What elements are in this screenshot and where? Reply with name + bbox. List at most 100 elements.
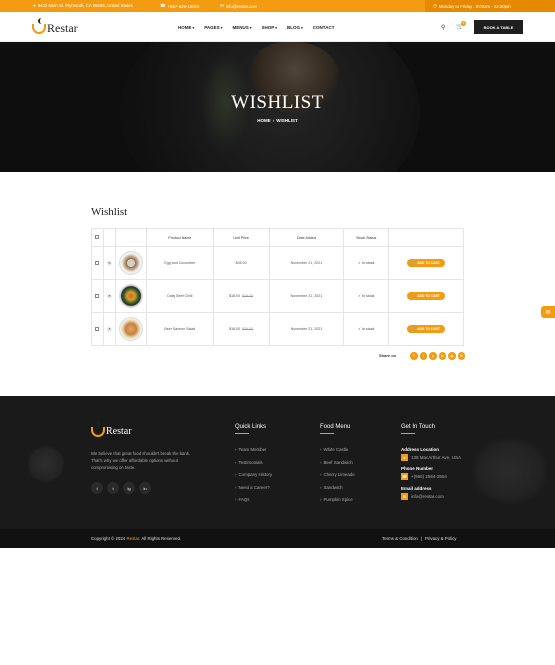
menu-item-contact[interactable]: CONTACT bbox=[313, 25, 335, 30]
chevron-right-icon: › bbox=[272, 118, 275, 123]
topbar-email[interactable]: info@restar.com bbox=[226, 4, 257, 9]
menu-item-shop[interactable]: SHOP▾ bbox=[261, 25, 277, 30]
search-icon[interactable]: ⚲ bbox=[441, 24, 445, 31]
breadcrumb-home[interactable]: HOME bbox=[257, 118, 271, 123]
footer-link[interactable]: › Company History bbox=[235, 472, 272, 485]
old-price: $39.00 bbox=[242, 327, 254, 331]
twitter-icon[interactable]: t bbox=[107, 482, 119, 494]
quick-links-title: Quick Links bbox=[235, 424, 267, 434]
legal-links: Terms & Condition | Privacy & Policy bbox=[382, 536, 457, 541]
main-navbar: Restar HOME▾ PAGES▾ MENUS▾ SHOP▾ BLOG▾ C… bbox=[0, 12, 555, 42]
unit-price: $18.00 $39.00 bbox=[212, 312, 270, 346]
menu-item-menus[interactable]: MENUS▾ bbox=[232, 25, 251, 30]
share-bar: Share on f t p in ◉ ✉ bbox=[379, 352, 466, 360]
footer-link[interactable]: › Testimonials bbox=[235, 460, 272, 473]
footer-link[interactable]: › Pumpkin Spice bbox=[320, 497, 355, 510]
menu-item-blog[interactable]: BLOG▾ bbox=[287, 25, 303, 30]
remove-icon[interactable]: ✕ bbox=[106, 326, 112, 332]
copyright-brand-link[interactable]: Restar bbox=[126, 536, 139, 541]
footer-link[interactable]: › FAQs bbox=[235, 497, 272, 510]
opening-hours: ◷ Monday to Friday : 9:00am - 22:00pm bbox=[425, 0, 555, 12]
terms-link[interactable]: Terms & Condition bbox=[382, 536, 418, 541]
footer-description: We believe that great food shouldn't bre… bbox=[91, 451, 191, 470]
price: $18.00 bbox=[229, 294, 241, 298]
select-all-checkbox[interactable] bbox=[95, 235, 100, 239]
phone-info: ☎ +567-629-18015 bbox=[160, 3, 199, 9]
add-to-cart-button[interactable]: 🛒 ADD TO CART bbox=[407, 325, 445, 333]
footer-link[interactable]: › Sandwich bbox=[320, 485, 355, 498]
contact-title: Get In Touch bbox=[401, 424, 435, 434]
envelope-icon: ✉ bbox=[220, 3, 224, 8]
product-thumbnail[interactable] bbox=[118, 316, 143, 341]
wishlist-table: Product Name Unit Price Date Added Stock… bbox=[91, 228, 464, 346]
footer-link[interactable]: › Cherry Limeade bbox=[320, 472, 355, 485]
remove-icon[interactable]: ✕ bbox=[106, 260, 112, 266]
facebook-icon[interactable]: f bbox=[91, 482, 103, 494]
footer-link[interactable]: › Beef Sandwich bbox=[320, 460, 355, 473]
breadcrumb: HOME › WISHLIST bbox=[0, 118, 555, 123]
header-unit-price: Unit Price bbox=[212, 228, 270, 247]
chevron-right-icon: › bbox=[320, 484, 322, 490]
add-to-cart-button[interactable]: 🛒 ADD TO CART bbox=[407, 259, 445, 267]
remove-icon[interactable]: ✕ bbox=[106, 293, 112, 299]
email-icon[interactable]: ✉ bbox=[457, 352, 466, 360]
top-info-bar: ● 9402 Main St. Plymouth, CA 95669, Unit… bbox=[0, 0, 555, 12]
chevron-right-icon: › bbox=[320, 497, 322, 502]
chevron-right-icon: › bbox=[320, 447, 322, 452]
menu-item-home[interactable]: HOME▾ bbox=[178, 25, 194, 30]
stock-status: ✓In stock bbox=[343, 246, 390, 280]
header-date-added: Date Added bbox=[268, 228, 345, 247]
product-name[interactable]: Beer Salmon Salad bbox=[145, 312, 214, 346]
privacy-link[interactable]: Privacy & Policy bbox=[425, 536, 456, 541]
product-thumbnail[interactable] bbox=[118, 283, 143, 308]
chevron-right-icon: › bbox=[235, 484, 237, 490]
footer-link[interactable]: › Team Member bbox=[235, 447, 272, 460]
footer-logo[interactable]: Restar bbox=[91, 420, 132, 437]
footer-link[interactable]: › Need a Career? bbox=[235, 485, 272, 498]
chevron-down-icon: ▾ bbox=[301, 25, 303, 30]
topbar-phone[interactable]: +567-629-18015 bbox=[168, 4, 200, 9]
row-checkbox[interactable] bbox=[95, 260, 100, 265]
header-action bbox=[388, 228, 464, 247]
copyright-text: Copyright © 2024 Restar. All Rights Rese… bbox=[91, 536, 182, 541]
stock-status: ✓In stock bbox=[343, 312, 390, 346]
chevron-right-icon: › bbox=[235, 447, 237, 452]
book-table-button[interactable]: BOOK A TABLE bbox=[474, 20, 523, 34]
product-name[interactable]: Daily Beef Chilli bbox=[145, 279, 214, 313]
product-name[interactable]: Egg and Cucumber bbox=[145, 246, 214, 280]
location-icon: ● bbox=[401, 454, 408, 461]
facebook-icon[interactable]: f bbox=[410, 352, 418, 360]
logo-mark-icon bbox=[91, 420, 105, 437]
add-to-cart-button[interactable]: 🛒 ADD TO CART bbox=[407, 292, 445, 300]
price: $45.00 bbox=[235, 261, 247, 265]
check-icon: ✓ bbox=[358, 294, 362, 298]
site-logo[interactable]: Restar bbox=[32, 17, 78, 36]
floating-side-button[interactable]: ✉ bbox=[541, 306, 555, 318]
pinterest-icon[interactable]: p bbox=[429, 352, 437, 360]
site-footer: Restar We believe that great food should… bbox=[0, 396, 555, 529]
instagram-icon[interactable]: ig bbox=[123, 482, 135, 494]
table-row: ✕ Beer Salmon Salad $18.00 $39.00 Novembe… bbox=[91, 312, 464, 346]
topbar-address: 9402 Main St. Plymouth, CA 95669, United… bbox=[37, 3, 133, 8]
instagram-icon[interactable]: ◉ bbox=[448, 352, 456, 360]
decorative-leaf-image bbox=[28, 444, 64, 484]
email-info: ✉ info@restar.com bbox=[220, 3, 257, 9]
product-thumbnail[interactable] bbox=[118, 250, 143, 275]
date-added: November 21, 2021 bbox=[268, 279, 345, 313]
menu-item-pages[interactable]: PAGES▾ bbox=[204, 25, 222, 30]
price: $18.00 bbox=[229, 327, 241, 331]
phone-icon: ☎ bbox=[401, 473, 408, 480]
chevron-down-icon: ▾ bbox=[275, 25, 278, 30]
row-checkbox[interactable] bbox=[95, 326, 100, 331]
quick-links-list: › Team Member › Testimonials › Company Hist… bbox=[235, 447, 272, 510]
linkedin-icon[interactable]: in bbox=[438, 352, 447, 360]
header-stock-status: Stock Status bbox=[343, 228, 390, 247]
linkedin-icon[interactable]: in bbox=[139, 482, 151, 494]
twitter-icon[interactable]: t bbox=[419, 352, 428, 360]
hours-text: Monday to Friday : 9:00am - 22:00pm bbox=[438, 3, 511, 9]
row-checkbox[interactable] bbox=[95, 293, 100, 298]
clock-icon: ◷ bbox=[433, 3, 437, 8]
footer-link[interactable]: › White Castle bbox=[320, 447, 355, 460]
select-all-cell bbox=[91, 228, 104, 247]
main-menu: HOME▾ PAGES▾ MENUS▾ SHOP▾ BLOG▾ CONTACT bbox=[178, 12, 334, 42]
